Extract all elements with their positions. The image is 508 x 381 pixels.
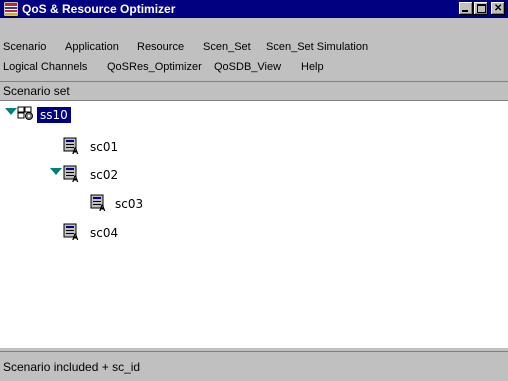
menu-scen-set-simulation[interactable]: Scen_Set Simulation — [266, 41, 368, 54]
status-text: Scenario included + sc_id — [3, 360, 141, 374]
menu-scen-set[interactable]: Scen_Set — [203, 41, 251, 54]
close-icon: ✕ — [494, 3, 503, 14]
tree-node-label[interactable]: sc04 — [87, 225, 121, 241]
scenario-icon: A — [63, 137, 79, 155]
menu-qosdb-view[interactable]: QoSDB_View — [214, 61, 281, 74]
menu-bar-row-1: Scenario Application Resource Scen_Set S… — [0, 38, 508, 57]
status-bar: Scenario included + sc_id — [0, 351, 508, 381]
tree-node-label[interactable]: ss10 — [37, 107, 71, 123]
svg-text:A: A — [72, 146, 79, 155]
expand-toggle-icon[interactable] — [50, 168, 62, 175]
minimize-button[interactable] — [459, 2, 473, 15]
window-title: QoS & Resource Optimizer — [22, 2, 176, 16]
maximize-icon — [477, 4, 486, 13]
app-window: QoS & Resource Optimizer ✕ Scenario Appl… — [0, 0, 508, 381]
svg-text:A: A — [72, 232, 79, 241]
app-flag-icon — [3, 1, 19, 17]
close-button[interactable]: ✕ — [491, 2, 505, 15]
scenario-icon: A — [63, 223, 79, 241]
scenario-set-icon — [17, 106, 33, 120]
menu-help[interactable]: Help — [301, 61, 324, 74]
scenario-tree[interactable]: ss10 A sc01 A sc02 A sc03 A sc04 — [0, 101, 508, 348]
tree-node-label[interactable]: sc03 — [112, 196, 146, 212]
svg-text:A: A — [99, 203, 106, 212]
svg-text:A: A — [72, 174, 79, 183]
menu-resource[interactable]: Resource — [137, 41, 184, 54]
scenario-icon: A — [63, 165, 79, 183]
menu-qosres-optimizer[interactable]: QoSRes_Optimizer — [107, 61, 202, 74]
panel-title: Scenario set — [3, 84, 70, 98]
menu-scenario[interactable]: Scenario — [3, 41, 46, 54]
menu-application[interactable]: Application — [65, 41, 119, 54]
panel-header: Scenario set — [0, 81, 508, 101]
minimize-icon — [462, 10, 468, 12]
menu-logical-channels[interactable]: Logical Channels — [3, 61, 87, 74]
scenario-icon: A — [90, 194, 106, 212]
tree-node-label[interactable]: sc02 — [87, 167, 121, 183]
tree-node-label[interactable]: sc01 — [87, 139, 121, 155]
menu-bar-row-2: Logical Channels QoSRes_Optimizer QoSDB_… — [0, 58, 508, 77]
title-bar[interactable]: QoS & Resource Optimizer ✕ — [0, 0, 508, 18]
maximize-button[interactable] — [474, 2, 488, 15]
